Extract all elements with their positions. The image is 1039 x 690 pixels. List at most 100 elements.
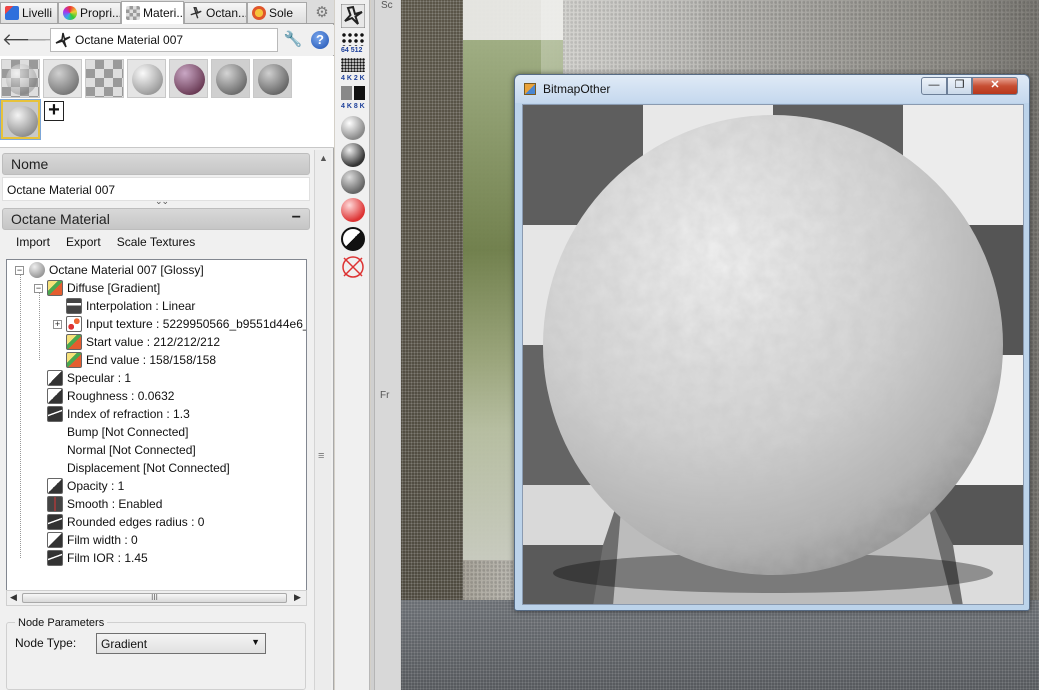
expand-node-icon[interactable]: + [53,320,62,329]
tree-node-bump[interactable]: Bump [Not Connected] [47,423,188,441]
app-icon [524,83,536,95]
collapsed-panel-label: Fr [380,390,390,401]
tree-node-film-ior[interactable]: Film IOR : 1.45 [47,549,148,567]
float-node-icon [47,532,63,548]
scroll-right-icon[interactable]: ▶ [294,592,301,603]
material-name: Octane Material 007 [75,33,184,47]
curve-node-icon [47,514,63,530]
tab-octane[interactable]: Octan... [184,2,247,23]
curve-node-icon [47,550,63,566]
tree-node-opacity[interactable]: Opacity : 1 [47,477,124,495]
tree-node-smooth[interactable]: Smooth : Enabled [47,495,162,513]
empty-node-icon [47,460,63,476]
navigation-bar: 🡐 🡒 Octane Material 007 🔧 ? [0,25,334,55]
material-node-tree[interactable]: − Octane Material 007 [Glossy] − Diffuse… [6,259,307,605]
material-sphere [48,64,79,95]
curve-node-icon [47,406,63,422]
window-title: BitmapOther [543,82,611,96]
tree-connector [39,292,40,360]
node-type-select[interactable]: Gradient ▼ [96,633,266,654]
tab-materials[interactable]: Materi... [121,1,184,24]
gear-icon[interactable]: ⚙ [314,5,330,21]
scroll-grip-icon[interactable]: ≡ [318,450,324,462]
glossy-sphere-icon[interactable] [341,143,365,167]
import-button[interactable]: Import [16,235,50,251]
tab-sun[interactable]: Sole [247,2,307,23]
panel-scrollbar[interactable]: ▲ ≡ [314,150,331,690]
material-thumbnail[interactable] [211,59,250,98]
wrench-icon[interactable]: 🔧 [282,30,304,50]
collapse-section-icon[interactable]: − [292,209,301,227]
material-thumbnail[interactable] [85,59,124,98]
material-thumbnail[interactable] [253,59,292,98]
dull-sphere-icon[interactable] [341,170,365,194]
tree-node-start-value[interactable]: Start value : 212/212/212 [66,333,220,351]
disabled-sphere-icon[interactable] [341,255,365,279]
tree-node-roughness[interactable]: Roughness : 0.0632 [47,387,174,405]
material-thumbnail[interactable] [169,59,208,98]
tree-node-end-value[interactable]: End value : 158/158/158 [66,351,216,369]
tab-layers[interactable]: Livelli [0,2,58,23]
scroll-thumb[interactable]: III [22,593,287,603]
maximize-button[interactable]: ❐ [947,77,972,95]
material-preview-render [523,105,1023,604]
resolution-high-icon[interactable] [341,58,365,72]
contrast-icon[interactable] [341,227,365,251]
octane-render-icon[interactable] [341,4,365,28]
bool-node-icon [47,496,63,512]
scroll-left-icon[interactable]: ◀ [10,592,17,603]
material-name-field[interactable]: Octane Material 007 [2,177,310,201]
forward-arrow-icon[interactable]: 🡒 [26,30,72,50]
material-thumbnail[interactable] [1,59,40,98]
tree-node-input-texture[interactable]: Input texture : 5229950566_b9551d44e6_b.… [66,315,306,333]
tree-node-normal[interactable]: Normal [Not Connected] [47,441,196,459]
material-sphere [6,64,37,95]
sphere-preview-icon[interactable] [341,116,365,140]
octane-material-toolbar: Import Export Scale Textures [16,235,211,251]
float-node-icon [47,388,63,404]
resolution-label: 64 512 [341,47,363,54]
tab-properties[interactable]: Propri... [58,2,121,23]
node-type-label: Node Type: [15,636,77,650]
material-thumbnail-selected[interactable] [1,100,40,139]
help-icon[interactable]: ? [311,31,329,49]
red-sphere-icon[interactable] [341,198,365,222]
collapsed-panel-strip[interactable] [374,0,400,690]
resolution-4k-icon[interactable] [341,86,365,100]
back-arrow-icon[interactable]: 🡐 [2,30,48,50]
float-node-icon [47,370,63,386]
octane-icon [55,32,71,48]
tree-horizontal-scrollbar[interactable]: ◀ III ▶ [6,590,307,606]
node-parameters-group: Node Parameters Node Type: Gradient ▼ [6,617,306,690]
octane-icon [190,7,202,19]
materials-icon [126,6,140,20]
tree-node-film-width[interactable]: Film width : 0 [47,531,138,549]
tree-node-index-of-refraction[interactable]: Index of refraction : 1.3 [47,405,190,423]
layers-icon [5,6,19,20]
minimize-button[interactable]: — [921,77,947,95]
material-thumbnail[interactable] [127,59,166,98]
collapse-node-icon[interactable]: − [34,284,43,293]
scale-textures-button[interactable]: Scale Textures [117,235,196,251]
tree-connector [20,274,21,558]
add-material-button[interactable]: + [44,100,64,121]
octane-material-section-header[interactable]: Octane Material − [2,208,310,230]
export-button[interactable]: Export [66,235,101,251]
tree-node-interpolation[interactable]: Interpolation : Linear [66,297,195,315]
bitmap-other-window[interactable]: BitmapOther — ❐ ✕ [514,74,1030,611]
scroll-up-icon[interactable]: ▲ [319,153,328,163]
material-name-combo[interactable]: Octane Material 007 [50,28,278,52]
tree-node-diffuse[interactable]: Diffuse [Gradient] [47,279,160,297]
collapse-node-icon[interactable]: − [15,266,24,275]
tree-node-displacement[interactable]: Displacement [Not Connected] [47,459,230,477]
empty-node-icon [47,424,63,440]
tree-node-rounded-edges[interactable]: Rounded edges radius : 0 [47,513,204,531]
window-titlebar[interactable]: BitmapOther — ❐ ✕ [515,75,1029,103]
nome-section-header[interactable]: Nome [2,153,310,175]
resolution-low-icon[interactable] [341,32,365,46]
tree-node-specular[interactable]: Specular : 1 [47,369,131,387]
material-thumbnail[interactable] [43,59,82,98]
close-button[interactable]: ✕ [972,77,1018,95]
tree-node-root[interactable]: Octane Material 007 [Glossy] [29,261,204,279]
material-panel: Livelli Propri... Materi... Octan... Sol… [0,0,334,690]
